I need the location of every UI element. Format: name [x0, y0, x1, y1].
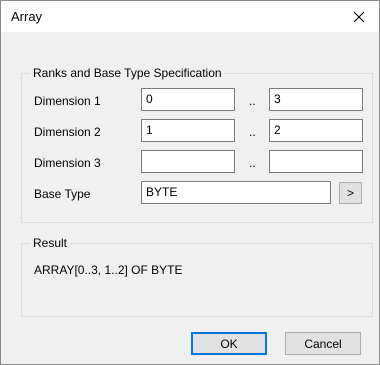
dimension-1-lower-input[interactable]: 0: [141, 88, 235, 111]
dimension-2-lower-input[interactable]: 1: [141, 119, 235, 142]
dimension-3-range-separator: ..: [249, 156, 256, 170]
base-type-browse-button[interactable]: >: [339, 182, 362, 204]
dimension-3-upper-input[interactable]: [269, 150, 363, 173]
result-text: ARRAY[0..3, 1..2] OF BYTE: [34, 263, 183, 277]
base-type-input[interactable]: BYTE: [141, 181, 331, 204]
array-dialog: Array Ranks and Base Type Specification …: [0, 0, 380, 365]
dimension-3-label: Dimension 3: [34, 156, 101, 170]
result-group-legend: Result: [30, 236, 71, 250]
result-groupbox: Result: [21, 236, 373, 317]
cancel-button[interactable]: Cancel: [285, 332, 361, 355]
dimension-1-upper-input[interactable]: 3: [269, 88, 363, 111]
dimension-1-label: Dimension 1: [34, 94, 101, 108]
title-bar: Array: [1, 1, 379, 32]
ok-button[interactable]: OK: [191, 332, 267, 355]
dialog-title: Array: [11, 9, 43, 24]
close-icon: [353, 11, 365, 22]
dimension-2-range-separator: ..: [249, 125, 256, 139]
dimension-2-label: Dimension 2: [34, 125, 101, 139]
spec-group-legend: Ranks and Base Type Specification: [30, 66, 225, 80]
close-button[interactable]: [339, 1, 379, 32]
dimension-3-lower-input[interactable]: [141, 150, 235, 173]
dimension-1-range-separator: ..: [249, 94, 256, 108]
dimension-2-upper-input[interactable]: 2: [269, 119, 363, 142]
base-type-label: Base Type: [34, 187, 91, 201]
